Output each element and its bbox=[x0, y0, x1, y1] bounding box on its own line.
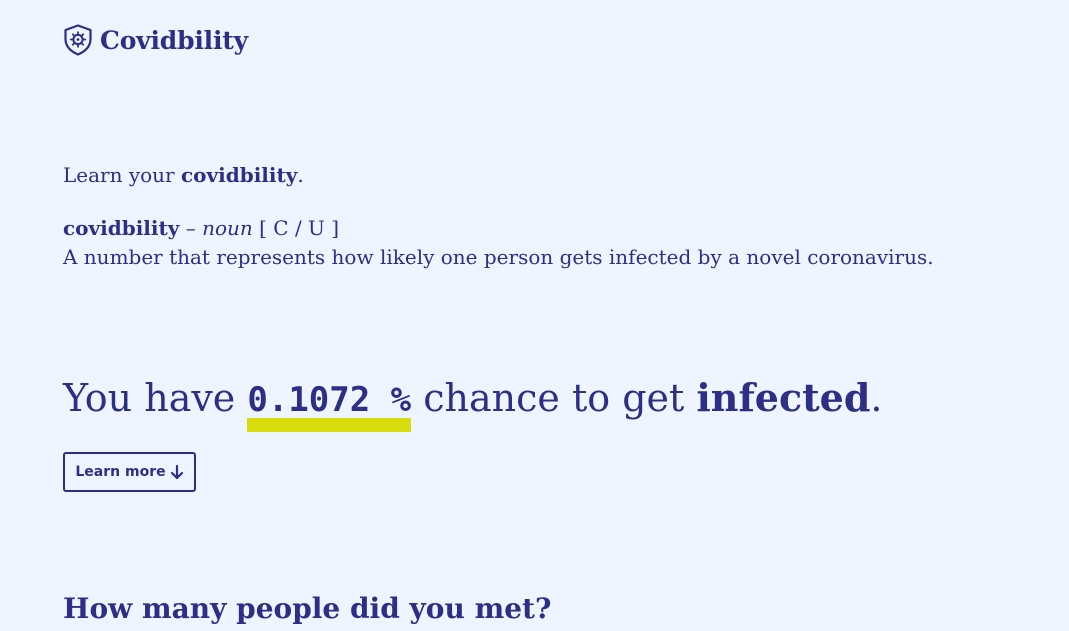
definition-heading: covidbility – noun [ C / U ] bbox=[63, 214, 934, 243]
arrow-down-icon bbox=[170, 464, 183, 480]
infection-probability: 0.1072 % bbox=[247, 380, 412, 420]
definition-dash: – bbox=[179, 216, 203, 240]
definition: covidbility – noun [ C / U ] A number th… bbox=[63, 214, 934, 272]
learn-more-button[interactable]: Learn more bbox=[63, 452, 196, 492]
part-of-speech: noun bbox=[202, 216, 253, 240]
result-suffix: . bbox=[870, 376, 883, 420]
virus-shield-icon bbox=[64, 24, 92, 56]
highlight-underline bbox=[247, 418, 412, 432]
tagline-keyword: covidbility bbox=[180, 163, 298, 187]
result-middle: chance to get bbox=[411, 376, 697, 420]
definition-term: covidbility bbox=[63, 216, 180, 240]
learn-more-label: Learn more bbox=[75, 464, 166, 480]
logo-link[interactable]: Covidbility bbox=[63, 24, 248, 56]
result-headline: You have 0.1072 % chance to get infected… bbox=[63, 372, 883, 432]
result-keyword: infected bbox=[696, 375, 871, 420]
result-value-wrapper: 0.1072 % bbox=[247, 372, 412, 432]
tagline: Learn your covidbility. bbox=[63, 161, 304, 189]
people-met-heading: How many people did you met? bbox=[63, 592, 552, 625]
definition-meaning: A number that represents how likely one … bbox=[63, 245, 934, 269]
result-prefix: You have bbox=[63, 376, 248, 420]
grammar-label: [ C / U ] bbox=[252, 216, 340, 240]
tagline-prefix: Learn your bbox=[63, 163, 181, 187]
tagline-suffix: . bbox=[297, 163, 304, 187]
brand-name: Covidbility bbox=[100, 25, 248, 55]
